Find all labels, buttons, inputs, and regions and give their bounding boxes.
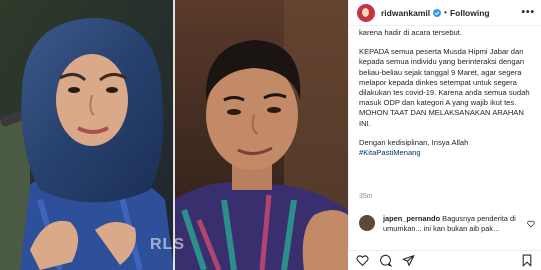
author-username[interactable]: ridwankamil: [381, 8, 430, 18]
more-options-icon[interactable]: •••: [521, 7, 535, 18]
commenter-avatar[interactable]: [359, 215, 375, 231]
caption-line-3: Dengan kedisiplinan, Insya Allah: [359, 137, 469, 147]
verified-badge-icon: [433, 8, 442, 17]
bookmark-icon[interactable]: [521, 254, 533, 267]
image-divider: [173, 0, 175, 270]
post-caption: karena hadir di acara tersebut. KEPADA s…: [359, 28, 537, 158]
comment-like-icon[interactable]: [527, 220, 535, 228]
post-timestamp[interactable]: 35m: [359, 193, 373, 200]
heart-icon[interactable]: [356, 254, 369, 267]
post-image-right-man: [174, 0, 348, 270]
post-header: ridwankamil • Following •••: [349, 0, 541, 26]
commenter-username[interactable]: japen_pernando: [383, 214, 440, 223]
post-actions-bar: [348, 250, 541, 270]
woman-portrait-illustration: [0, 0, 174, 270]
caption-line-1: karena hadir di acara tersebut.: [359, 28, 462, 37]
post-image[interactable]: RLS: [0, 0, 348, 270]
post-details-panel: ridwankamil • Following ••• karena hadir…: [348, 0, 541, 270]
caption-line-2: KEPADA semua peserta Musda Hipmi Jabar d…: [359, 47, 530, 128]
comment-icon[interactable]: [379, 254, 392, 267]
image-watermark: RLS: [150, 236, 185, 253]
post-image-left-woman: [0, 0, 174, 270]
following-button[interactable]: Following: [450, 8, 490, 18]
caption-hashtag[interactable]: #KitaPastiMenang: [359, 148, 537, 158]
header-separator: •: [444, 8, 447, 17]
comment-body: japen_pernando Bagusnya penderita di umu…: [383, 214, 528, 234]
share-icon[interactable]: [402, 254, 415, 267]
man-portrait-illustration: [174, 0, 348, 270]
comment-item: japen_pernando Bagusnya penderita di umu…: [359, 214, 537, 234]
author-avatar[interactable]: [357, 3, 375, 22]
